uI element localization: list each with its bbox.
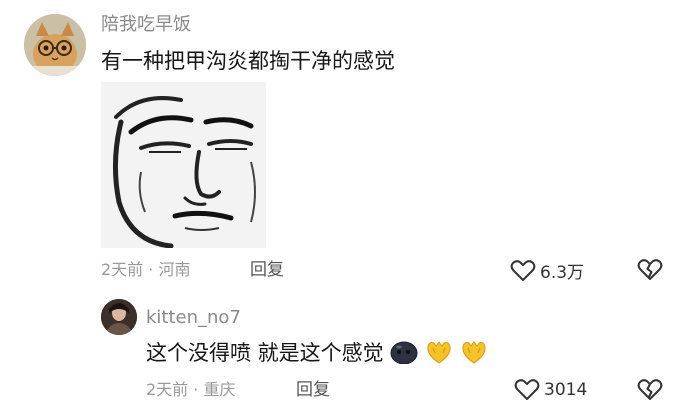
like-button[interactable]: 6.3万: [510, 258, 584, 283]
comment-username[interactable]: 陪我吃早饭: [101, 14, 191, 36]
comment-meta: 2天前 · 河南: [101, 260, 190, 280]
reply-avatar[interactable]: [101, 299, 137, 335]
reply-like-count: 3014: [544, 380, 588, 400]
meta-separator: ·: [148, 260, 154, 279]
reply-time: 2天前: [146, 380, 189, 399]
reply-username[interactable]: kitten_no7: [146, 307, 241, 329]
comment-location: 河南: [158, 260, 191, 279]
reply-dislike-button[interactable]: [637, 378, 663, 402]
avatar[interactable]: [24, 14, 86, 76]
dislike-button[interactable]: [637, 258, 663, 282]
heart-hands-emoji-icon: [425, 339, 453, 365]
person-avatar-icon: [101, 299, 137, 335]
meme-face-icon: [101, 82, 266, 249]
comment-image[interactable]: [101, 82, 266, 249]
heart-hands-emoji-icon: [460, 339, 488, 365]
reply-text: 这个没得喷 就是这个感觉: [146, 341, 384, 365]
reply-meta: 2天前 · 重庆: [146, 380, 235, 400]
cat-avatar-icon: [24, 14, 86, 76]
reply-location: 重庆: [203, 380, 236, 399]
heart-outline-icon: [510, 259, 536, 281]
comment-text: 有一种把甲沟炎都掏干净的感觉: [101, 49, 395, 73]
broken-heart-icon: [637, 259, 663, 280]
reply-button[interactable]: 回复: [250, 260, 284, 280]
broken-heart-icon: [637, 379, 663, 400]
meta-separator: ·: [193, 380, 199, 399]
like-count: 6.3万: [540, 263, 585, 283]
dark-face-emoji-icon: [390, 340, 418, 365]
reply-text-row: 这个没得喷 就是这个感觉: [146, 339, 488, 367]
reply-like-button[interactable]: 3014: [514, 378, 587, 402]
comment-time: 2天前: [101, 260, 144, 279]
heart-outline-icon: [514, 379, 540, 400]
reply-reply-button[interactable]: 回复: [296, 380, 330, 400]
